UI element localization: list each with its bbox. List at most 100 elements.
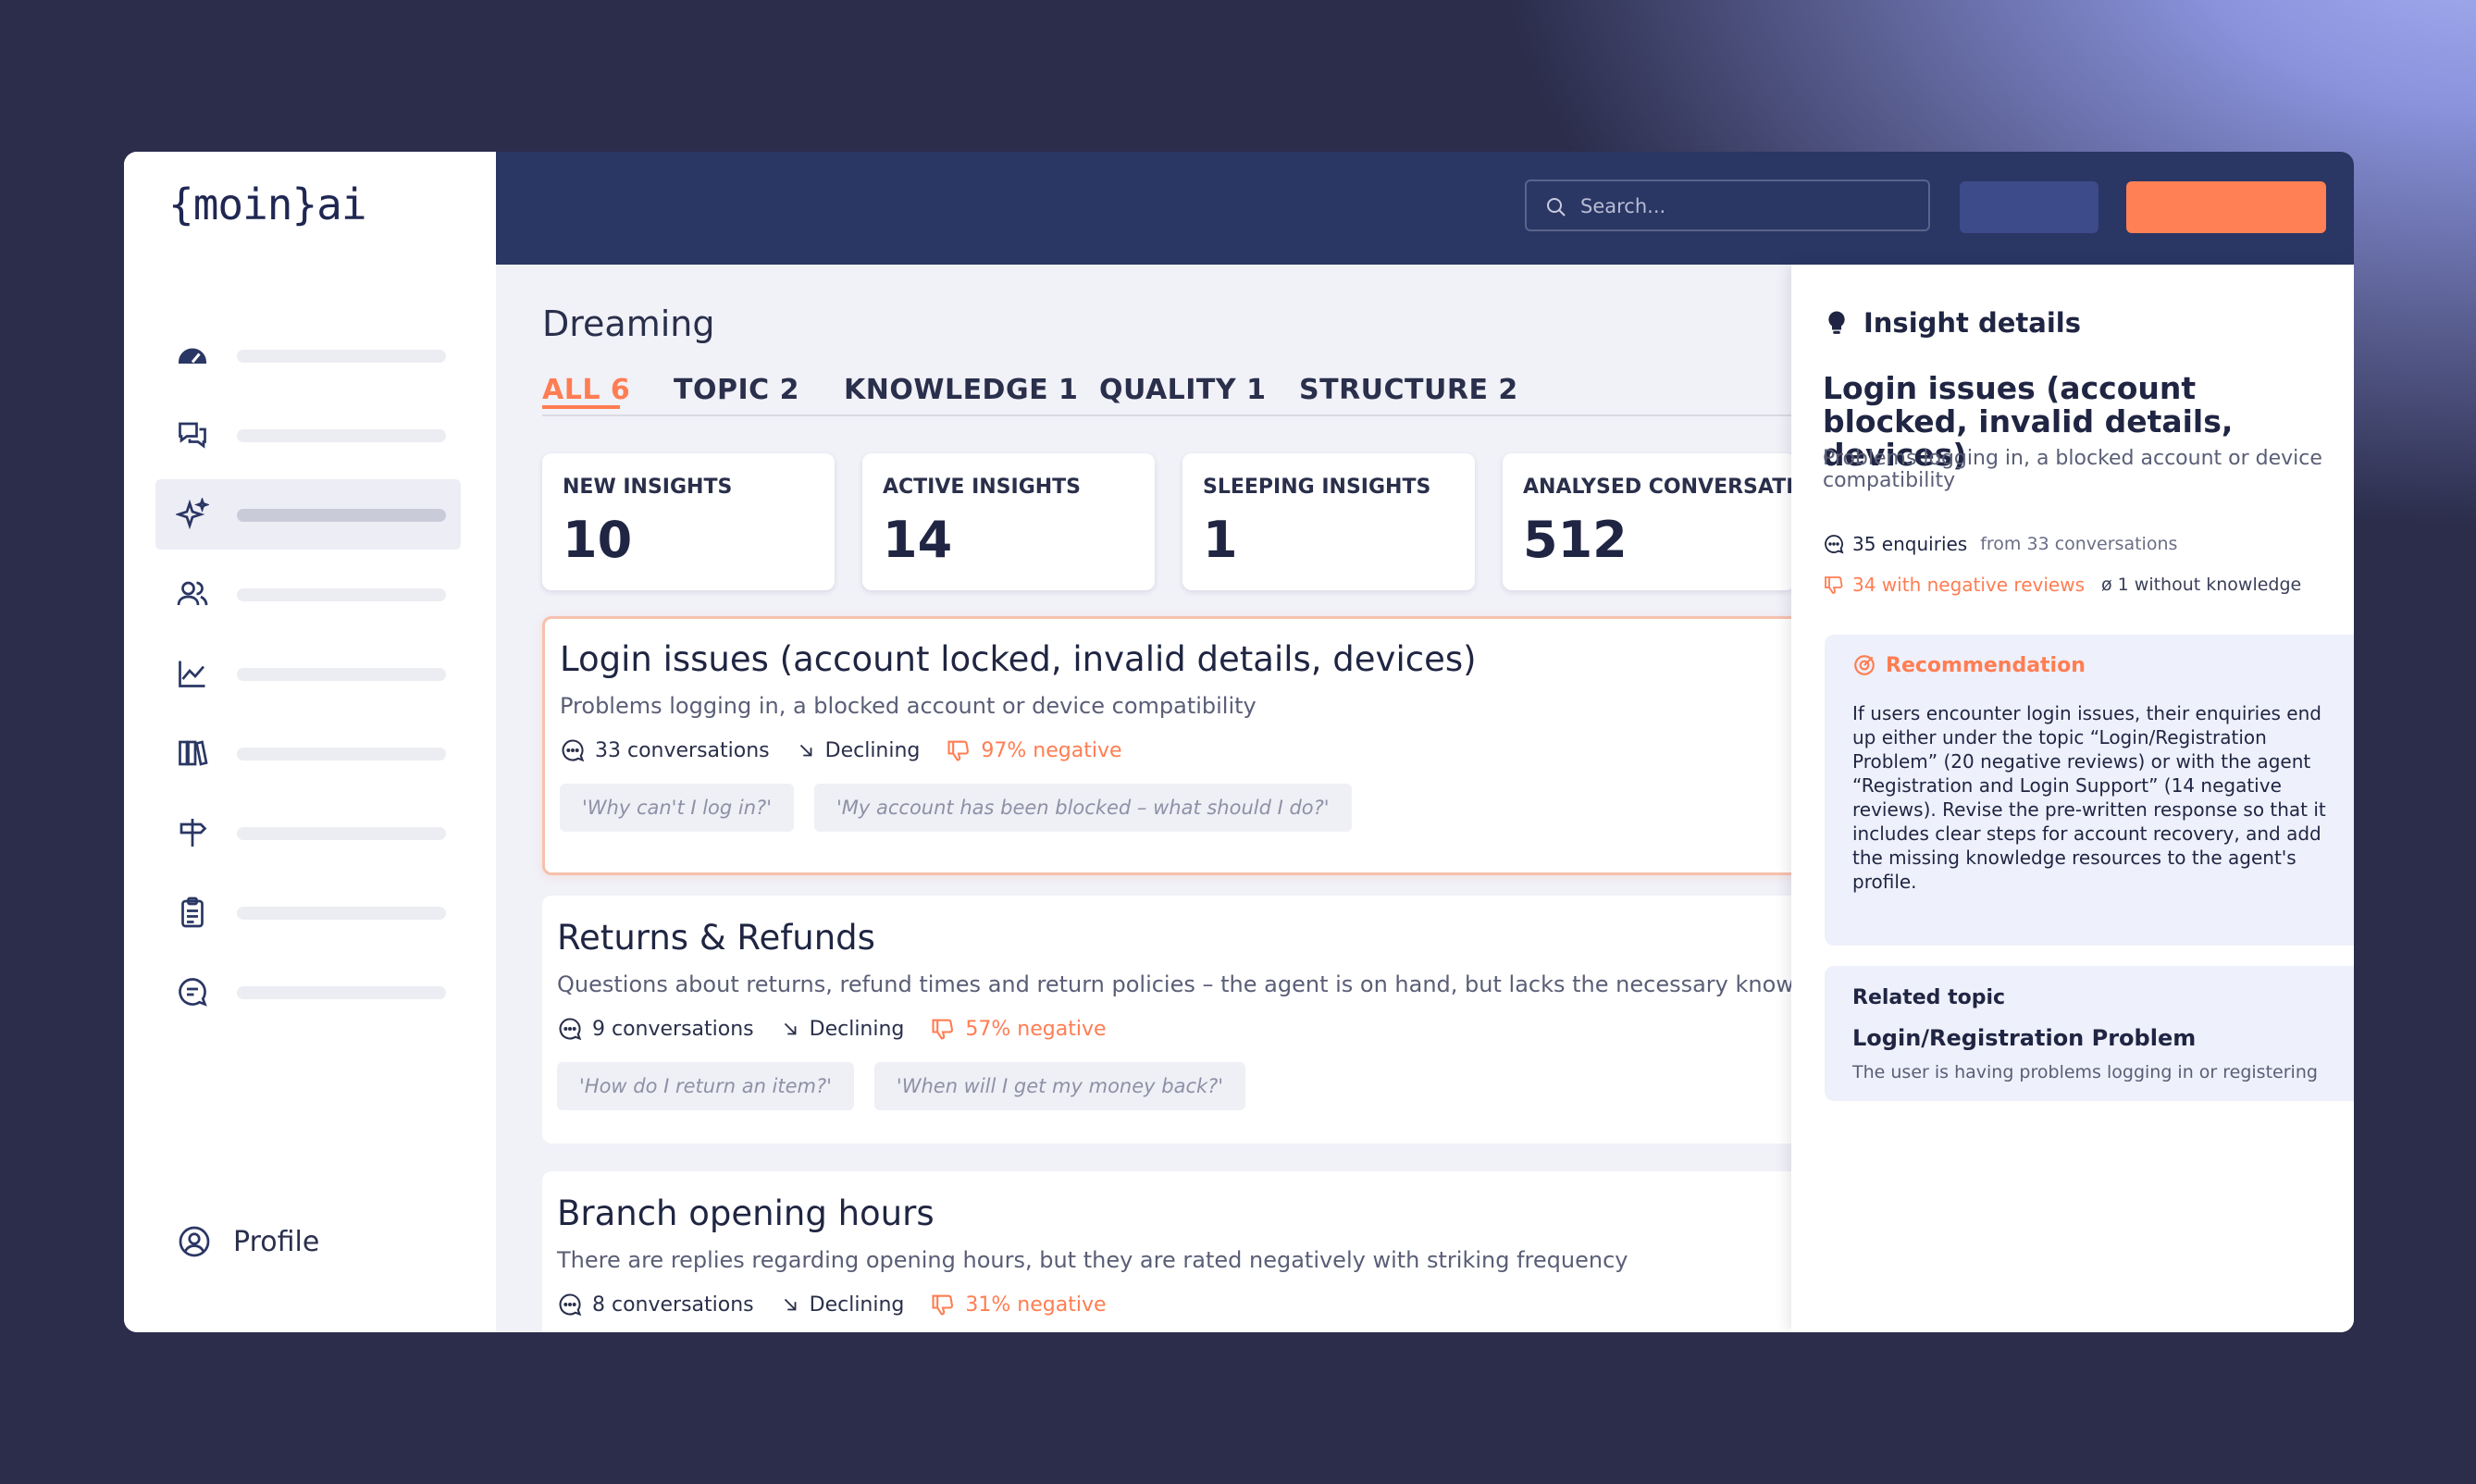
enquiries-count: 35 enquiries <box>1852 533 1968 555</box>
sidebar: {moin}ai Profile <box>124 152 496 1332</box>
example-chip[interactable]: 'My account has been blocked – what shou… <box>813 784 1352 832</box>
stat-card-sleeping-insights: SLEEPING INSIGHTS 1 <box>1182 453 1475 590</box>
stat-card-analysed-conversations: ANALYSED CONVERSATIONS 512 <box>1503 453 1842 590</box>
logo[interactable]: {moin}ai <box>168 179 367 229</box>
trend: Declining <box>796 738 921 762</box>
tab-bar: ALL 6 TOPIC 2 KNOWLEDGE 1 QUALITY 1 STRU… <box>542 366 1884 416</box>
arrow-down-right-icon <box>784 1298 797 1311</box>
thumbs-down-icon <box>932 1294 954 1316</box>
stat-value: 512 <box>1523 511 1628 569</box>
insight-meta: 8 conversations Declining 31% negative <box>557 1292 1133 1317</box>
sidebar-item-label <box>237 429 446 442</box>
stat-label: NEW INSIGHTS <box>563 476 733 499</box>
lightbulb-icon <box>1828 311 1845 334</box>
stat-card-new-insights: NEW INSIGHTS 10 <box>542 453 835 590</box>
sidebar-item-tasks[interactable] <box>155 877 461 947</box>
panel-insight-subtitle: Problems logging in, a blocked account o… <box>1823 447 2322 492</box>
secondary-button[interactable] <box>1960 181 2098 233</box>
sidebar-item-analytics[interactable] <box>155 638 461 709</box>
user-circle-icon <box>179 1226 210 1257</box>
sidebar-item-messages[interactable] <box>155 957 461 1027</box>
without-knowledge: ø 1 without knowledge <box>2101 575 2302 595</box>
target-icon <box>1854 655 1875 675</box>
insight-details-panel: Insight details Login issues (account bl… <box>1791 265 2354 1332</box>
active-tab-indicator <box>542 405 620 409</box>
tab-topic[interactable]: TOPIC 2 <box>674 374 799 406</box>
chat-bubbles-icon <box>179 422 206 449</box>
insight-meta: 33 conversations Declining 97% negative <box>560 737 1148 763</box>
signpost-icon <box>180 819 207 847</box>
gauge-icon <box>178 348 207 364</box>
example-chip[interactable]: 'How do I return an item?' <box>557 1062 854 1110</box>
books-icon <box>179 740 208 766</box>
line-chart-icon <box>179 661 205 687</box>
sidebar-item-label <box>237 748 446 761</box>
stat-value: 10 <box>563 511 633 569</box>
stat-label: SLEEPING INSIGHTS <box>1203 476 1431 499</box>
tab-knowledge[interactable]: KNOWLEDGE 1 <box>844 374 1078 406</box>
example-chip[interactable]: 'When will I get my money back?' <box>873 1062 1246 1110</box>
thumbs-down-icon <box>1825 576 1843 594</box>
panel-heading: Insight details <box>1823 307 2081 339</box>
speech-bubble-icon <box>559 1293 582 1317</box>
sidebar-item-label <box>237 350 446 363</box>
insight-meta: 9 conversations Declining 57% negative <box>557 1016 1133 1042</box>
sparkles-icon <box>176 498 209 530</box>
negative-text: 97% negative <box>981 738 1122 762</box>
insight-card-returns[interactable]: Returns & Refunds Questions about return… <box>542 896 1884 1144</box>
sidebar-item-label <box>237 986 446 999</box>
sidebar-item-label <box>237 588 446 601</box>
related-topic-heading: Related topic <box>1852 986 2006 1009</box>
example-chip[interactable]: 'Why can't I log in?' <box>560 784 794 832</box>
trend-text: Declining <box>824 738 921 762</box>
tab-structure[interactable]: STRUCTURE 2 <box>1299 374 1518 406</box>
profile-label: Profile <box>233 1225 320 1258</box>
sidebar-item-dashboard[interactable] <box>155 320 461 390</box>
top-bar: Search... <box>496 152 2354 265</box>
sidebar-item-dreaming[interactable] <box>155 479 461 550</box>
clipboard-icon <box>181 897 204 928</box>
insight-description: Problems logging in, a blocked account o… <box>560 693 1257 719</box>
insight-card-login-issues[interactable]: Login issues (account locked, invalid de… <box>542 616 1884 875</box>
sidebar-item-knowledge[interactable] <box>155 718 461 788</box>
tab-quality[interactable]: QUALITY 1 <box>1099 374 1266 406</box>
speech-bubble-icon <box>559 1018 582 1041</box>
negative-text: 31% negative <box>965 1292 1107 1317</box>
insight-title: Branch opening hours <box>557 1193 935 1233</box>
sidebar-item-users[interactable] <box>155 559 461 629</box>
negative-reviews: 34 with negative reviews <box>1852 574 2085 596</box>
page-title: Dreaming <box>542 303 715 344</box>
tab-all-label: ALL 6 <box>542 374 631 406</box>
insight-card-opening-hours[interactable]: Branch opening hours There are replies r… <box>542 1171 1884 1332</box>
trend: Declining <box>780 1293 904 1317</box>
primary-button[interactable] <box>2126 181 2326 233</box>
conversations-count: 9 conversations <box>557 1016 754 1042</box>
related-topic-title: Login/Registration Problem <box>1852 1025 2197 1051</box>
arrow-down-right-icon <box>799 744 812 757</box>
negative-rate: 31% negative <box>930 1292 1107 1317</box>
negative-text: 57% negative <box>965 1017 1107 1041</box>
tab-all[interactable]: ALL 6 <box>542 374 631 409</box>
sidebar-item-routing[interactable] <box>155 798 461 868</box>
recommendation-heading: Recommendation <box>1852 653 2086 677</box>
users-icon <box>177 581 208 606</box>
sidebar-item-label <box>237 827 446 840</box>
insight-description: Questions about returns, refund times an… <box>557 971 1863 997</box>
insight-description: There are replies regarding opening hour… <box>557 1247 1628 1273</box>
search-icon <box>1547 198 1566 216</box>
trend: Declining <box>780 1017 905 1041</box>
main-content: Dreaming ALL 6 TOPIC 2 KNOWLEDGE 1 QUALI… <box>496 265 1884 1332</box>
negative-rate: 97% negative <box>946 737 1122 763</box>
app-window: {moin}ai Profile Search... Dreaming ALL … <box>124 152 2354 1332</box>
conversations-count: 33 conversations <box>560 737 770 763</box>
sidebar-item-conversations[interactable] <box>155 400 461 470</box>
example-questions: 'How do I return an item?' 'When will I … <box>557 1062 1246 1110</box>
trend-text: Declining <box>809 1017 905 1041</box>
related-topic-box[interactable]: Related topic Login/Registration Problem… <box>1825 966 2354 1101</box>
recommendation-box: Recommendation If users encounter login … <box>1825 635 2354 946</box>
search-input[interactable]: Search... <box>1525 179 1930 231</box>
example-questions: 'Why can't I log in?' 'My account has be… <box>560 784 1352 832</box>
profile-link[interactable]: Profile <box>178 1225 319 1258</box>
message-icon <box>179 978 207 1007</box>
speech-bubble-icon <box>562 739 585 762</box>
